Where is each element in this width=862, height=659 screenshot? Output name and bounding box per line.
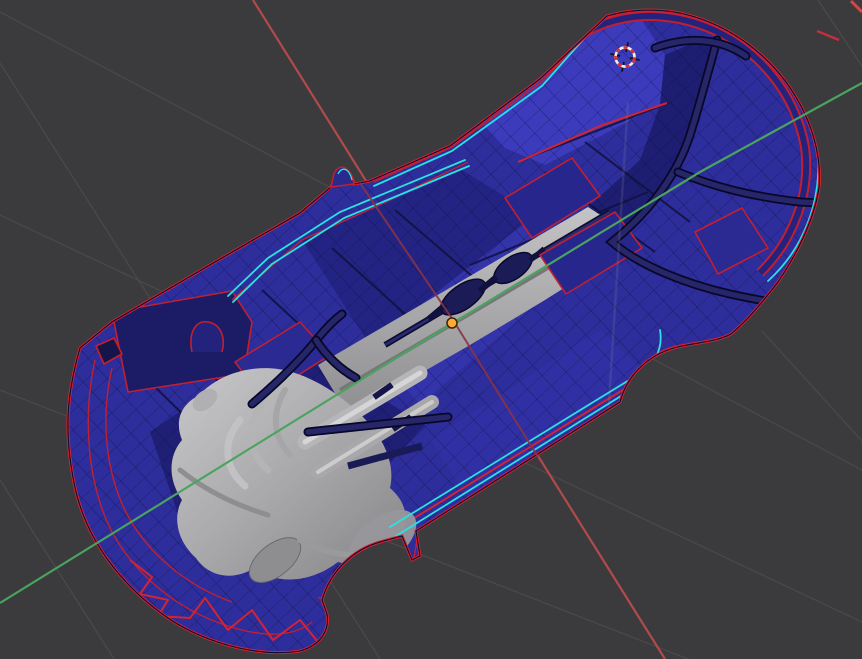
viewport-canvas[interactable] — [0, 0, 862, 659]
blender-3d-viewport[interactable] — [0, 0, 862, 659]
object-origin-point — [446, 317, 458, 329]
